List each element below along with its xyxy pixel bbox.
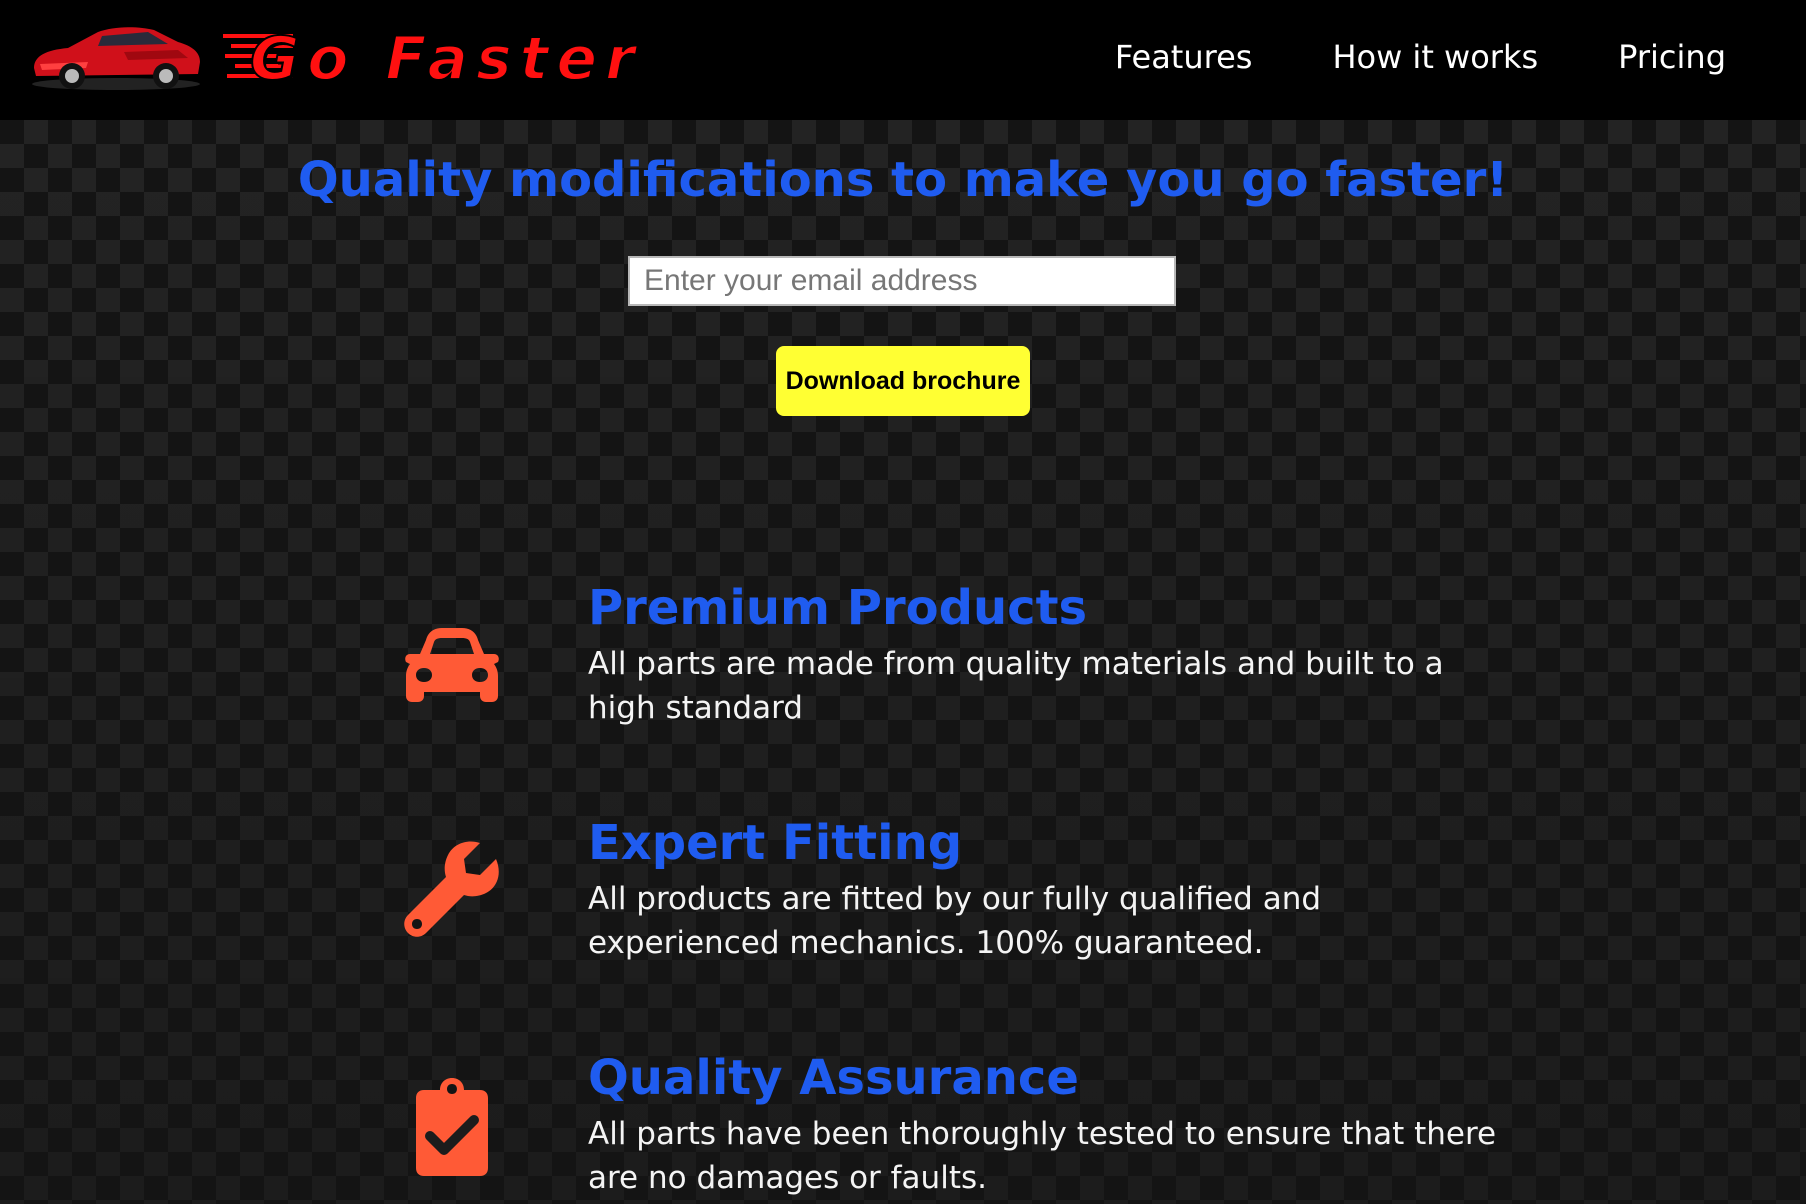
clipboard-check-icon	[416, 1078, 488, 1176]
navbar: Go Faster Features How it works Pricing	[0, 0, 1806, 120]
wrench-icon	[404, 841, 499, 937]
feature-description: All parts are made from quality material…	[588, 646, 1444, 726]
feature-description: All products are fitted by our fully qua…	[588, 881, 1322, 961]
main-nav: Features How it works Pricing	[1115, 38, 1726, 76]
car-icon	[405, 628, 499, 702]
download-brochure-button[interactable]: Download brochure	[776, 346, 1030, 416]
brand-logo[interactable]: Go Faster	[28, 16, 728, 96]
brand-name: Go Faster	[249, 23, 643, 95]
nav-how-it-works[interactable]: How it works	[1332, 38, 1538, 76]
red-sports-car-icon	[32, 27, 200, 90]
email-input[interactable]	[628, 256, 1176, 306]
hero-title: Quality modifications to make you go fas…	[297, 152, 1509, 208]
nav-features[interactable]: Features	[1115, 38, 1253, 76]
nav-pricing[interactable]: Pricing	[1618, 38, 1726, 76]
feature-title: Expert Fitting	[588, 815, 963, 871]
feature-title: Premium Products	[588, 580, 1088, 636]
feature-title: Quality Assurance	[588, 1050, 1079, 1106]
feature-description: All parts have been thoroughly tested to…	[588, 1116, 1497, 1196]
